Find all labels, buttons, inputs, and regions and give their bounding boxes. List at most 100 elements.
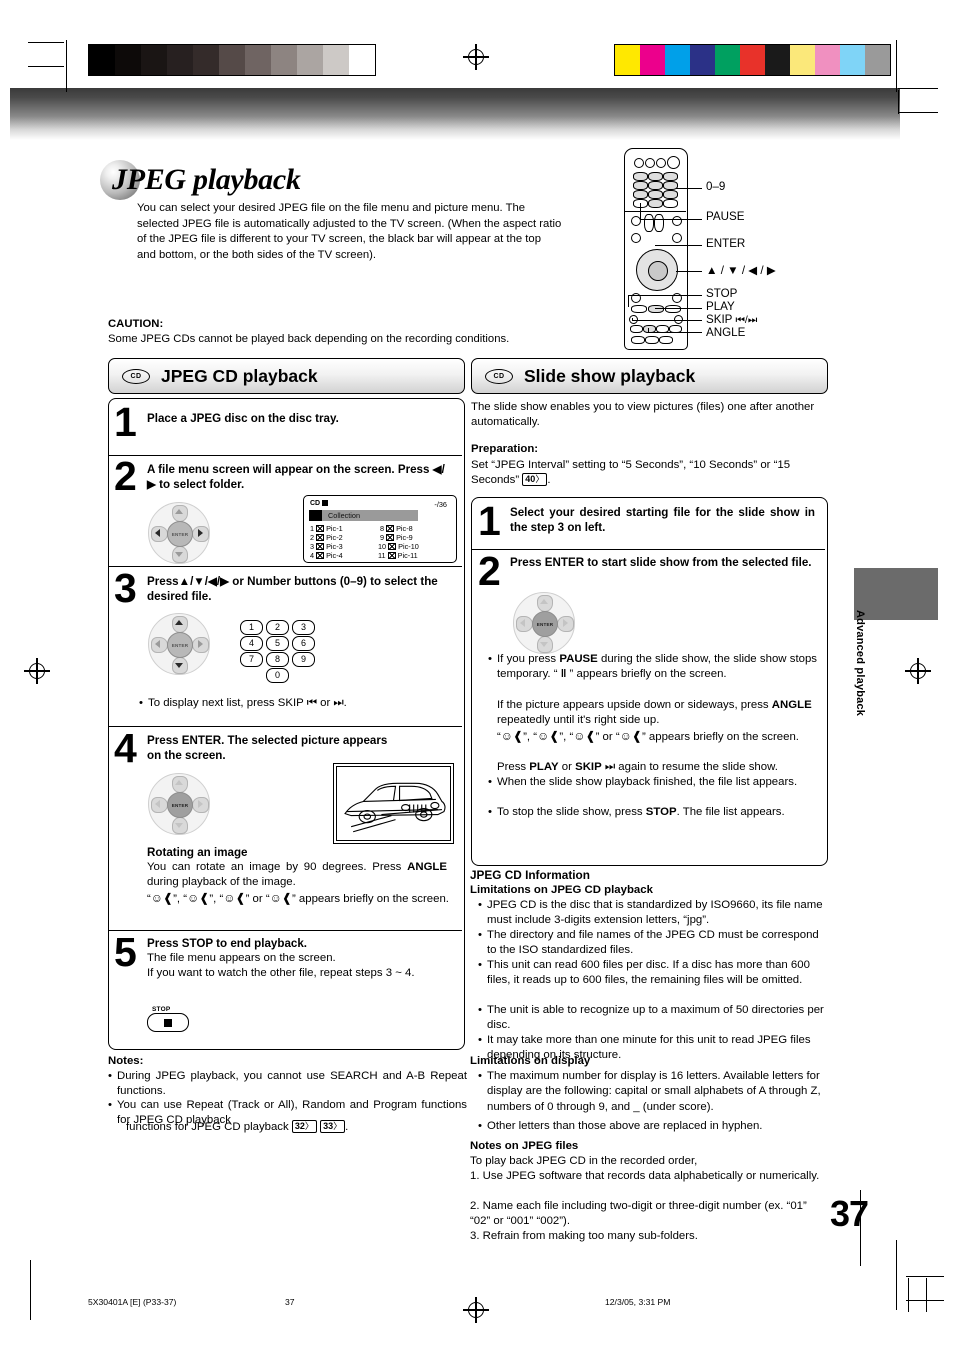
leader-pause: [640, 219, 702, 221]
slide-bullet-2: If the picture appears upside down or si…: [497, 699, 812, 727]
step-number-3: 3: [114, 565, 137, 611]
remote-key-5: [648, 181, 663, 190]
step3-bullet: • To display next list, press SKIP ⏮ or ⏭…: [139, 697, 347, 709]
crop-mark-br-h2: [906, 1300, 944, 1301]
remote-callout-angle: ANGLE: [706, 326, 746, 339]
lim-play-2: • The directory and file names of the JPE…: [478, 929, 819, 957]
notes-jpeg-1: 1. Use JPEG software that records data a…: [470, 1170, 820, 1182]
step-separator-3: [109, 726, 462, 728]
picture-icon: [386, 534, 395, 541]
right-step-text-1: Select your desired starting file for th…: [510, 506, 815, 535]
step-number-2: 2: [114, 453, 137, 499]
cd-icon: CD: [485, 368, 513, 384]
color-swatch-1: [640, 45, 665, 75]
step-separator-2: [109, 566, 462, 568]
slide-bullet-4: Press PLAY or SKIP ⏭ again to resume the…: [497, 761, 778, 773]
lim-disp-1: • The maximum number for display is 16 le…: [478, 1070, 821, 1113]
footer-page: 37: [285, 1297, 295, 1307]
remote-key-1: [633, 172, 648, 181]
grey-swatch-1: [115, 45, 141, 75]
number-buttons-illustration: 1 2 3 4 5 6 7 8 9 0: [240, 620, 330, 683]
numkey-2: 2: [266, 620, 289, 635]
color-calibration-bar: [614, 44, 891, 76]
osd-file-row: 10 Pic-10: [378, 542, 419, 551]
remote-bottom-5: [631, 336, 645, 344]
numkey-6: 6: [292, 636, 315, 651]
page-number: 37: [830, 1193, 869, 1234]
leader-0-9: [676, 188, 702, 190]
numkey-0: 0: [266, 668, 289, 683]
skip-next-icon: ⏭: [604, 761, 616, 773]
angle-icon-180: ☺❰: [223, 891, 246, 905]
remote-bottom-1: [630, 325, 643, 333]
leader-arrows: [676, 271, 702, 273]
rotating-image-body: You can rotate an image by 90 degrees. P…: [147, 861, 447, 889]
registration-mark-bottom: [463, 1297, 489, 1323]
remote-mid-button-3: [631, 233, 641, 243]
crop-mark-tl-h2: [28, 66, 64, 67]
osd-file-row: 2 Pic-2: [310, 533, 343, 542]
notes-on-jpeg-files-title: Notes on JPEG files: [470, 1140, 579, 1152]
gradient-bar: [10, 88, 900, 140]
color-swatch-7: [790, 45, 815, 75]
remote-callout-stop: STOP: [706, 287, 738, 300]
leader-stop: [628, 295, 702, 297]
section-title-left: JPEG CD playback: [161, 365, 318, 386]
stop-button-illustration: [147, 1013, 189, 1032]
step-text-3: Press▲/▼/◀/▶ or Number buttons (0–9) to …: [147, 575, 438, 604]
leader-pause-v: [640, 203, 642, 219]
side-tab-label: Advanced playback: [854, 610, 866, 717]
slide-bullet-1: • If you press PAUSE during the slide sh…: [488, 653, 817, 681]
picture-icon: [387, 552, 396, 559]
remote-bottom-6: [645, 336, 659, 344]
notes-jpeg-3: 3. Refrain from making too many sub-fold…: [470, 1230, 698, 1242]
remote-pause-button: [644, 214, 654, 232]
color-swatch-10: [865, 45, 890, 75]
crop-mark-br-v2: [926, 1278, 927, 1312]
osd-file-row: 3 Pic-3: [310, 542, 343, 551]
crop-mark-tr-v2: [898, 90, 899, 114]
grey-swatch-7: [271, 45, 297, 75]
step-text-5: Press STOP to end playback.: [147, 937, 308, 950]
color-swatch-6: [765, 45, 790, 75]
dpad-illustration-step4: ENTER: [148, 773, 210, 835]
remote-callout-pause: PAUSE: [706, 210, 745, 223]
pause-icon: ‖: [560, 668, 567, 681]
angle-icon-0: ☺❰: [150, 891, 174, 905]
step-number-5: 5: [114, 929, 137, 975]
registration-mark-top: [463, 44, 489, 70]
remote-callout-0-9: 0–9: [706, 180, 726, 193]
remote-bottom-7: [659, 336, 673, 344]
picture-icon: [386, 525, 395, 532]
lim-play-4: • The unit is able to recognize up to a m…: [478, 1004, 824, 1032]
page-ref-33: 33: [320, 1120, 346, 1133]
osd-folder-name: Collection: [328, 511, 361, 520]
color-swatch-3: [690, 45, 715, 75]
angle-icon-90: ☺❰: [187, 891, 210, 905]
remote-mid-button-2: [672, 216, 682, 226]
intro-paragraph: You can select your desired JPEG file on…: [137, 202, 562, 262]
manual-page: JPEG playback You can select your desire…: [0, 0, 954, 1351]
dpad-illustration-step3: ENTER: [148, 613, 210, 675]
color-swatch-9: [840, 45, 865, 75]
page-number-rule: [860, 1190, 861, 1266]
caution-label: CAUTION:: [108, 318, 164, 330]
remote-power-button: [634, 158, 644, 168]
page-ref-40: 40: [522, 473, 548, 487]
remote-key-4: [633, 181, 648, 190]
color-swatch-4: [715, 45, 740, 75]
folder-icon: [309, 510, 322, 521]
leader-skip: [632, 320, 702, 322]
angle-icon-180: ☺❰: [573, 729, 596, 743]
osd-disc-type: CD: [310, 500, 329, 507]
slide-bullet-6: • To stop the slide show, press STOP. Th…: [488, 806, 785, 818]
step-text-1: Place a JPEG disc on the disc tray.: [147, 412, 339, 425]
grey-swatch-5: [219, 45, 245, 75]
remote-key-enter-small: [663, 199, 678, 208]
picture-icon: [388, 543, 397, 550]
remote-callout-enter: ENTER: [706, 237, 746, 250]
left-notes-title: Notes:: [108, 1055, 144, 1067]
crop-mark-tr-h2: [898, 112, 938, 113]
grey-swatch-2: [141, 45, 167, 75]
slide-rotation-icons-line: “☺❰”, “☺❰”, “☺❰” or “☺❰” appears briefly…: [497, 729, 799, 743]
